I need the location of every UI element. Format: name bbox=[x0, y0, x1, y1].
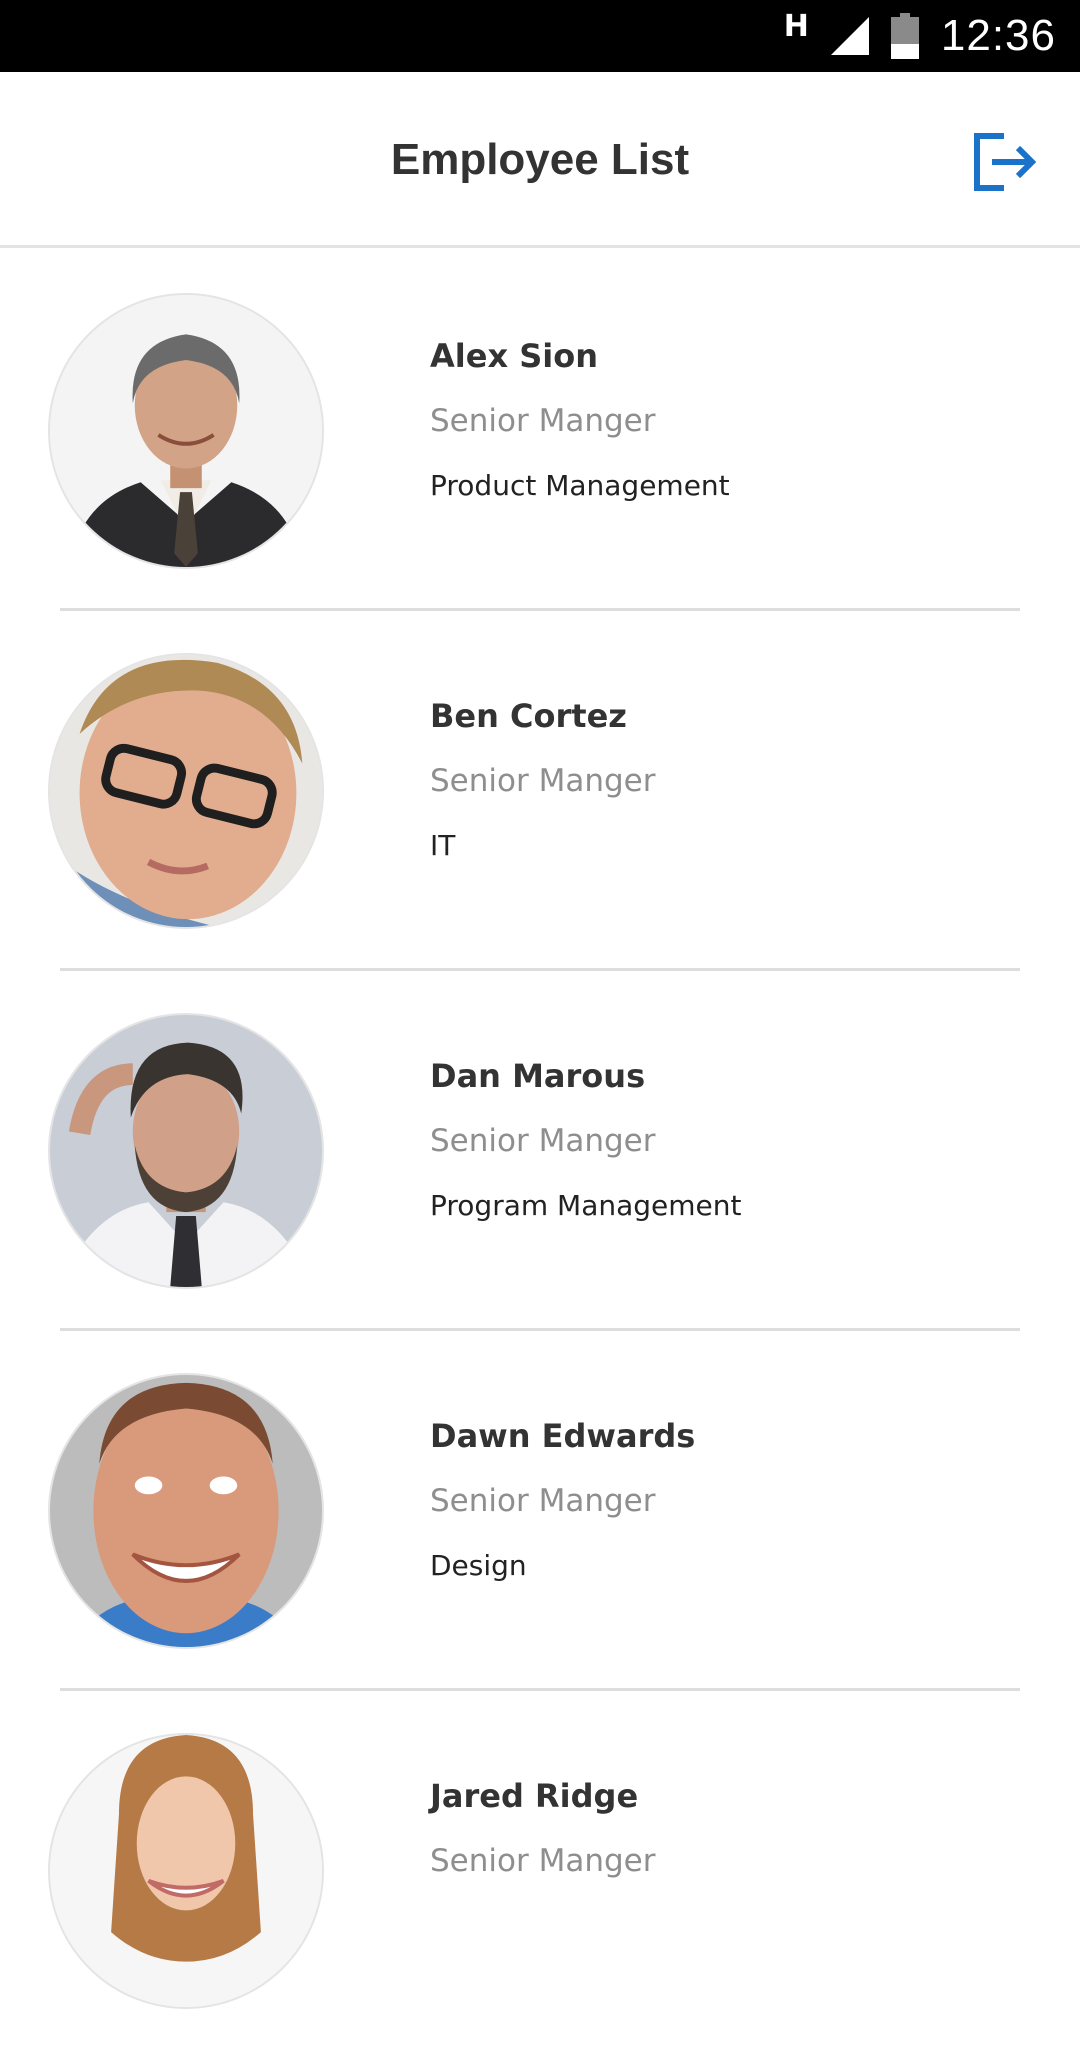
list-item[interactable]: Jared Ridge Senior Manger bbox=[0, 1691, 1080, 2051]
employee-title: Senior Manger bbox=[430, 1843, 656, 1879]
employee-name: Jared Ridge bbox=[430, 1777, 639, 1815]
employee-name: Dawn Edwards bbox=[430, 1417, 696, 1455]
signal-icon bbox=[830, 17, 869, 55]
list-item[interactable]: Dawn Edwards Senior Manger Design bbox=[0, 1331, 1080, 1691]
employee-title: Senior Manger bbox=[430, 1483, 656, 1519]
list-item[interactable]: Alex Sion Senior Manger Product Manageme… bbox=[0, 251, 1080, 611]
employee-list: Alex Sion Senior Manger Product Manageme… bbox=[0, 251, 1080, 2051]
employee-name: Ben Cortez bbox=[430, 697, 627, 735]
status-bar: H 12:36 bbox=[0, 0, 1080, 72]
logout-button[interactable] bbox=[968, 126, 1040, 198]
employee-info: Ben Cortez Senior Manger IT bbox=[430, 697, 655, 864]
network-type-label: H bbox=[783, 9, 809, 44]
status-icons: H 12:36 bbox=[784, 0, 1056, 72]
employee-name: Alex Sion bbox=[430, 337, 598, 375]
avatar bbox=[48, 1733, 324, 2009]
avatar bbox=[48, 293, 324, 569]
clock: 12:36 bbox=[940, 11, 1056, 60]
employee-title: Senior Manger bbox=[430, 1123, 656, 1159]
battery-icon bbox=[890, 13, 919, 59]
employee-info: Dawn Edwards Senior Manger Design bbox=[430, 1417, 695, 1584]
list-item[interactable]: Dan Marous Senior Manger Program Managem… bbox=[0, 971, 1080, 1331]
employee-info: Alex Sion Senior Manger Product Manageme… bbox=[430, 337, 730, 504]
page-title: Employee List bbox=[390, 135, 690, 184]
employee-title: Senior Manger bbox=[430, 403, 656, 439]
avatar bbox=[48, 653, 324, 929]
avatar bbox=[48, 1013, 324, 1289]
employee-info: Dan Marous Senior Manger Program Managem… bbox=[430, 1057, 742, 1224]
app-header: Employee List bbox=[0, 72, 1080, 248]
employee-department: Program Management bbox=[430, 1189, 742, 1222]
logout-icon bbox=[974, 133, 1037, 191]
employee-department: Design bbox=[430, 1549, 527, 1582]
employee-info: Jared Ridge Senior Manger bbox=[430, 1777, 655, 1908]
employee-name: Dan Marous bbox=[430, 1057, 646, 1095]
employee-department: Product Management bbox=[430, 469, 730, 502]
employee-department: IT bbox=[430, 829, 456, 862]
employee-title: Senior Manger bbox=[430, 763, 656, 799]
avatar bbox=[48, 1373, 324, 1649]
list-item[interactable]: Ben Cortez Senior Manger IT bbox=[0, 611, 1080, 971]
